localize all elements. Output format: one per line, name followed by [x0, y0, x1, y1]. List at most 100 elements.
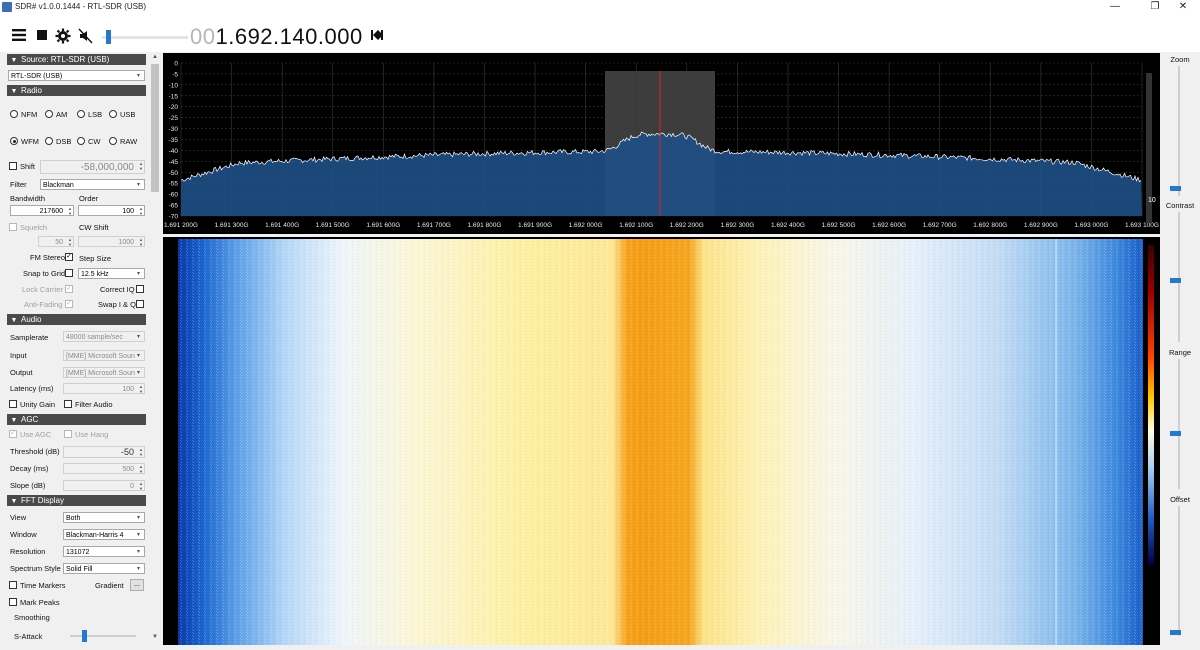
order-label: Order	[79, 194, 99, 203]
resolution-select[interactable]: 131072 ▾	[63, 546, 145, 557]
swap-iq-label: Swap I & Q	[98, 300, 136, 309]
section-header-fft-display[interactable]: ▼ FFT Display	[7, 495, 146, 506]
y-tick-label: -20	[169, 104, 179, 111]
range-label: Range	[1168, 348, 1192, 357]
mark-peaks-label: Mark Peaks	[20, 598, 60, 607]
radio-cw[interactable]	[77, 137, 85, 145]
gear-icon[interactable]	[54, 28, 72, 46]
radio-raw[interactable]	[109, 137, 117, 145]
step-size-select[interactable]: 12.5 kHz ▾	[78, 268, 145, 279]
spectrum-style-label: Spectrum Style	[10, 564, 61, 573]
samplerate-select[interactable]: 48000 sample/sec ▾	[63, 331, 145, 342]
waterfall-display[interactable]	[163, 237, 1160, 645]
spectrum-plot[interactable]: 0 -5 -10 -15 -20 -25 -30 -35 -40 -45 -50 -55 -60 -65 -…	[163, 53, 1160, 234]
close-button[interactable]: ✕	[1166, 0, 1200, 14]
contrast-slider-track[interactable]	[1178, 212, 1180, 342]
section-header-agc[interactable]: ▼ AGC	[7, 414, 146, 425]
audio-output-select[interactable]: [MME] Microsoft Soun ▾	[63, 367, 145, 378]
contrast-slider-thumb[interactable]	[1170, 278, 1181, 283]
scroll-down-arrow-icon[interactable]: ▼	[151, 634, 159, 642]
latency-input[interactable]: 100 ▲ ▼	[63, 383, 145, 394]
gradient-label: Gradient	[95, 581, 124, 590]
shift-checkbox[interactable]	[9, 162, 17, 170]
lock-carrier-checkbox[interactable]: ✓	[65, 285, 73, 293]
x-tick-label: 1.691 800G	[467, 222, 501, 229]
source-device-select[interactable]: RTL-SDR (USB) ▾	[8, 70, 145, 81]
x-tick-label: 1.691 200G	[164, 222, 198, 229]
x-tick-label: 1.691 600G	[366, 222, 400, 229]
use-hang-checkbox[interactable]	[64, 430, 72, 438]
stop-icon[interactable]	[33, 28, 51, 46]
fm-stereo-checkbox[interactable]: ✓	[65, 253, 73, 261]
offset-slider-thumb[interactable]	[1170, 630, 1181, 635]
anti-fading-label: Anti-Fading	[24, 300, 63, 309]
correct-iq-checkbox[interactable]	[136, 285, 144, 293]
time-markers-checkbox[interactable]	[9, 581, 17, 589]
radio-wfm[interactable]	[10, 137, 18, 145]
unity-gain-checkbox[interactable]	[9, 400, 17, 408]
gradient-button[interactable]: ...	[130, 579, 144, 591]
minimize-button[interactable]: —	[1098, 0, 1132, 14]
squelch-checkbox[interactable]	[9, 223, 17, 231]
bandwidth-input[interactable]: 217600 ▲ ▼	[10, 205, 74, 216]
s-attack-slider-thumb[interactable]	[82, 630, 87, 642]
radio-lsb[interactable]	[77, 110, 85, 118]
scroll-thumb[interactable]	[151, 64, 159, 192]
view-select[interactable]: Both ▾	[63, 512, 145, 523]
snap-to-grid-checkbox[interactable]	[65, 269, 73, 277]
shift-value-input[interactable]: -58,000,000 ▲ ▼	[40, 160, 145, 174]
frequency-prefix: 00	[190, 24, 216, 49]
y-tick-label: -60	[169, 192, 179, 199]
range-slider-track[interactable]	[1178, 359, 1180, 489]
contrast-label: Contrast	[1165, 201, 1195, 210]
section-header-source[interactable]: ▼ Source: RTL-SDR (USB)	[7, 54, 146, 65]
y-tick-label: -70	[169, 214, 179, 221]
swap-iq-checkbox[interactable]	[136, 300, 144, 308]
slope-label: Slope (dB)	[10, 481, 46, 490]
zoom-slider-thumb[interactable]	[1170, 186, 1181, 191]
y-tick-label: -35	[169, 137, 179, 144]
spectrum-style-select[interactable]: Solid Fill ▾	[63, 563, 145, 574]
squelch-input[interactable]: 50 ▲ ▼	[38, 236, 74, 247]
filter-audio-checkbox[interactable]	[64, 400, 72, 408]
range-slider-thumb[interactable]	[1170, 431, 1181, 436]
anti-fading-checkbox[interactable]: ✓	[65, 300, 73, 308]
x-tick-label: 1.691 500G	[316, 222, 350, 229]
filter-select[interactable]: Blackman ▾	[40, 179, 145, 190]
volume-slider-thumb[interactable]	[106, 30, 112, 44]
mode-label-nfm: NFM	[21, 110, 38, 119]
radio-dsb[interactable]	[45, 137, 53, 145]
cw-shift-input[interactable]: 1000 ▲ ▼	[78, 236, 145, 247]
skip-icon[interactable]	[368, 28, 386, 46]
time-markers-label: Time Markers	[20, 581, 66, 590]
mark-peaks-checkbox[interactable]	[9, 598, 17, 606]
order-input[interactable]: 100 ▲ ▼	[78, 205, 145, 216]
section-header-audio[interactable]: ▼ Audio	[7, 314, 146, 325]
volume-slider-track[interactable]	[102, 36, 188, 39]
waterfall-plot[interactable]	[163, 237, 1160, 645]
waterfall-noise	[178, 239, 1143, 645]
radio-am[interactable]	[45, 110, 53, 118]
cw-shift-label: CW Shift	[79, 223, 109, 232]
radio-usb[interactable]	[109, 110, 117, 118]
spectrum-analyzer[interactable]: 0 -5 -10 -15 -20 -25 -30 -35 -40 -45 -50 -55 -60 -65 -…	[163, 53, 1160, 234]
threshold-input[interactable]: -50 ▲ ▼	[63, 446, 145, 458]
section-header-radio[interactable]: ▼ Radio	[7, 85, 146, 96]
muted-speaker-icon[interactable]	[77, 28, 95, 46]
slope-input[interactable]: 0 ▲ ▼	[63, 480, 145, 491]
left-panel-scrollbar[interactable]: ▲ ▼	[150, 52, 160, 650]
offset-slider-track[interactable]	[1178, 506, 1180, 636]
use-agc-checkbox[interactable]: ✓	[9, 430, 17, 438]
scroll-up-arrow-icon[interactable]: ▲	[151, 54, 159, 62]
s-attack-slider-track[interactable]	[70, 635, 136, 637]
frequency-display[interactable]: 001.692.140.000	[190, 24, 363, 50]
zoom-slider-track[interactable]	[1178, 66, 1180, 196]
window-select[interactable]: Blackman-Harris 4 ▾	[63, 529, 145, 540]
latency-label: Latency (ms)	[10, 384, 54, 393]
radio-nfm[interactable]	[10, 110, 18, 118]
hamburger-menu-icon[interactable]	[10, 28, 28, 46]
audio-input-select[interactable]: [MME] Microsoft Soun ▾	[63, 350, 145, 361]
x-tick-label: 1.692 700G	[923, 222, 957, 229]
decay-input[interactable]: 500 ▲ ▼	[63, 463, 145, 474]
y-tick-label: -55	[169, 181, 179, 188]
